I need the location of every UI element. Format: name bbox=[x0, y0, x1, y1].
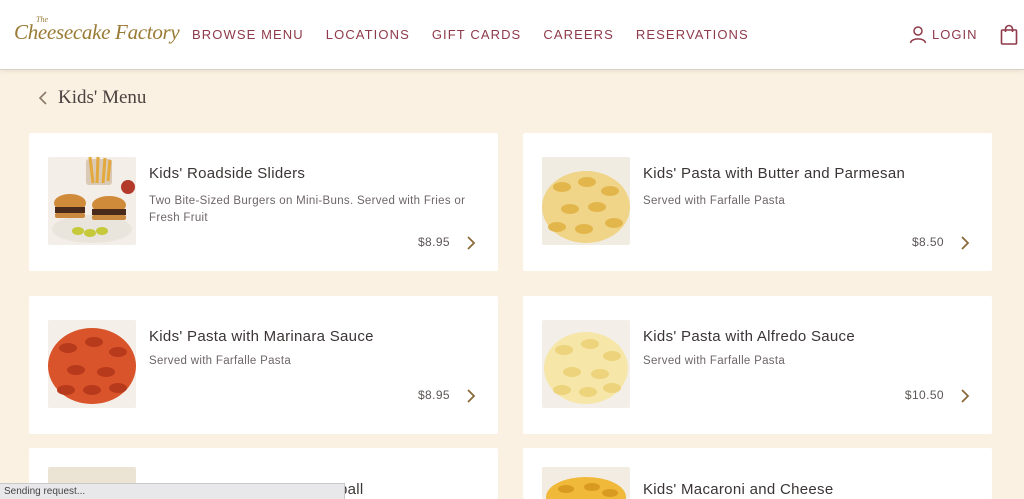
item-name: Kids' Pasta with Marinara Sauce bbox=[149, 328, 374, 345]
item-name: ball bbox=[339, 481, 364, 498]
item-price: $8.95 bbox=[417, 388, 450, 402]
alfredo-pasta-photo bbox=[542, 320, 630, 408]
browser-status-bar: Sending request... bbox=[0, 483, 345, 499]
menu-item-card[interactable]: Kids' Macaroni and Cheese bbox=[523, 448, 992, 499]
item-name: Kids' Roadside Sliders bbox=[149, 165, 306, 182]
item-name: Kids' Pasta with Butter and Parmesan bbox=[643, 165, 906, 182]
item-price: $8.95 bbox=[417, 235, 450, 249]
page-title: Kids' Menu bbox=[58, 87, 147, 108]
item-description: Served with Farfalle Pasta bbox=[643, 355, 786, 367]
chevron-right-icon bbox=[467, 389, 476, 403]
menu-item-card[interactable]: Kids' Pasta with Butter and Parmesan Ser… bbox=[523, 133, 992, 271]
menu-item-card[interactable]: Kids' Roadside Sliders Two Bite-Sized Bu… bbox=[29, 133, 498, 271]
item-description: Served with Farfalle Pasta bbox=[149, 355, 292, 367]
item-name: Kids' Macaroni and Cheese bbox=[643, 481, 834, 498]
main-nav: BROWSE MENU LOCATIONS GIFT CARDS CAREERS… bbox=[192, 27, 771, 42]
menu-item-card[interactable]: Kids' Pasta with Marinara Sauce Served w… bbox=[29, 296, 498, 434]
item-description: Served with Farfalle Pasta bbox=[643, 195, 786, 207]
user-icon bbox=[909, 26, 927, 44]
nav-browse-menu[interactable]: BROWSE MENU bbox=[192, 27, 304, 42]
nav-gift-cards[interactable]: GIFT CARDS bbox=[432, 27, 522, 42]
chevron-right-icon bbox=[467, 236, 476, 250]
login-label: LOGIN bbox=[932, 26, 978, 42]
back-chevron-icon[interactable] bbox=[36, 89, 52, 107]
nav-reservations[interactable]: RESERVATIONS bbox=[636, 27, 749, 42]
menu-item-card[interactable]: Kids' Pasta with Alfredo Sauce Served wi… bbox=[523, 296, 992, 434]
chevron-right-icon bbox=[961, 389, 970, 403]
shopping-bag-icon[interactable] bbox=[999, 24, 1019, 46]
nav-locations[interactable]: LOCATIONS bbox=[326, 27, 410, 42]
item-description: Two Bite-Sized Burgers on Mini-Buns. Ser… bbox=[149, 195, 466, 224]
logo-wordmark: Cheesecake Factory bbox=[14, 20, 180, 44]
site-header: The Cheesecake Factory BROWSE MENU LOCAT… bbox=[0, 0, 1024, 70]
butter-pasta-photo bbox=[542, 157, 630, 245]
marinara-pasta-photo bbox=[48, 320, 136, 408]
item-price: $10.50 bbox=[904, 388, 944, 402]
item-name: Kids' Pasta with Alfredo Sauce bbox=[643, 328, 855, 345]
item-price: $8.50 bbox=[911, 235, 944, 249]
cheesecake-factory-logo[interactable]: The Cheesecake Factory bbox=[14, 15, 180, 48]
mac-cheese-photo bbox=[542, 467, 630, 499]
chevron-right-icon bbox=[961, 236, 970, 250]
sliders-photo bbox=[48, 157, 136, 245]
nav-careers[interactable]: CAREERS bbox=[543, 27, 614, 42]
login-button[interactable]: LOGIN bbox=[908, 24, 977, 44]
